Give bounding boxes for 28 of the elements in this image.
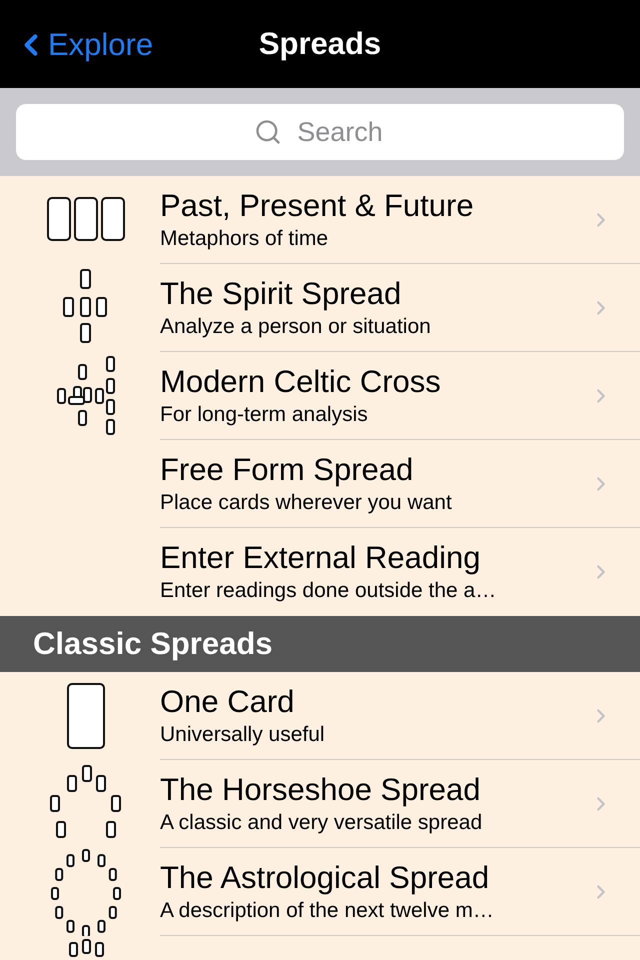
- spread-title: The Astrological Spread: [160, 858, 490, 896]
- spread-subtitle: A classic and very versatile spread: [160, 810, 484, 836]
- spread-subtitle: A description of the next twelve m…: [160, 898, 495, 924]
- search-icon: [254, 118, 282, 146]
- spread-subtitle: Analyze a person or situation: [160, 314, 432, 340]
- spread-subtitle: For long-term analysis: [160, 402, 369, 428]
- card-layout-icon: [63, 269, 107, 343]
- spread-subtitle: Place cards wherever you want: [160, 490, 453, 516]
- spread-title: Modern Celtic Cross: [160, 362, 442, 400]
- spread-title: Enter External Reading: [160, 539, 482, 577]
- spread-subtitle: Metaphors of time: [160, 226, 330, 252]
- card-layout-icon: [67, 683, 105, 749]
- back-button[interactable]: Explore: [14, 22, 154, 68]
- spread-title: Free Form Spread: [160, 450, 414, 488]
- spread-title: Past, Present & Future: [160, 186, 475, 224]
- section-title: Classic Spreads: [33, 624, 273, 663]
- search-field[interactable]: Search: [16, 104, 624, 160]
- card-layout-icon: [50, 765, 121, 838]
- spread-title: One Card: [160, 682, 296, 720]
- spread-subtitle: Universally useful: [160, 722, 326, 748]
- card-layout-icon: [51, 848, 121, 938]
- screen-title: Spreads: [258, 24, 382, 63]
- spread-title: The Spirit Spread: [160, 274, 402, 312]
- card-layout-icon: [69, 939, 104, 957]
- card-layout-icon: [47, 197, 125, 241]
- card-layout-icon: [57, 356, 115, 435]
- spread-title: The Horseshoe Spread: [160, 770, 482, 808]
- spread-subtitle: Enter readings done outside the a…: [160, 578, 498, 604]
